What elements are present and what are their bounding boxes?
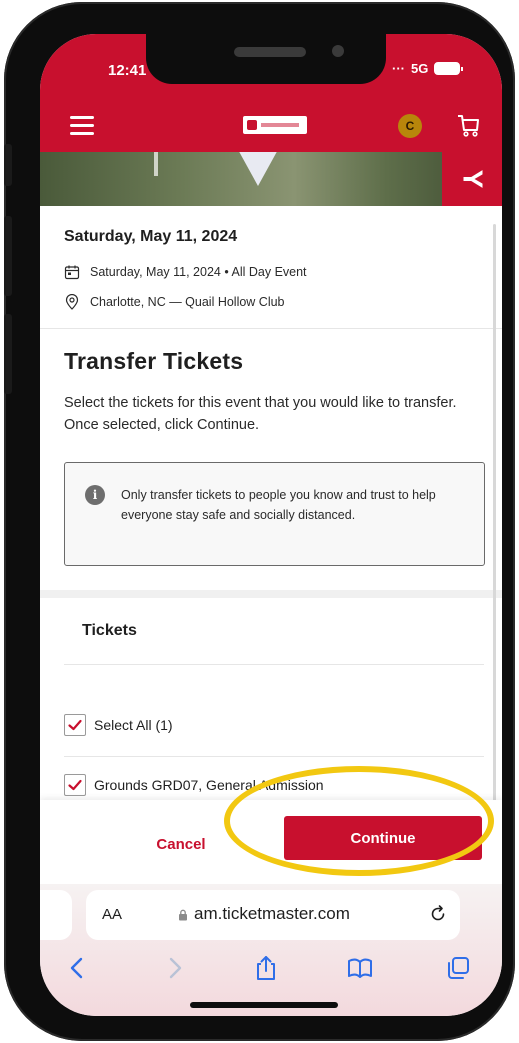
- ticket-checkbox[interactable]: [64, 774, 86, 796]
- hero-banner: Y: [442, 152, 502, 206]
- cart-icon[interactable]: [456, 113, 482, 139]
- avatar[interactable]: C: [398, 114, 422, 138]
- flag-pole: [154, 152, 158, 176]
- status-time: 12:41: [108, 62, 147, 79]
- brand-logo[interactable]: [243, 116, 307, 134]
- divider: [64, 664, 484, 665]
- signal-dots: ···: [392, 61, 405, 76]
- bookmarks-icon[interactable]: [346, 954, 374, 982]
- lock-icon: [179, 909, 187, 921]
- divider: [64, 756, 484, 757]
- forward-icon[interactable]: [160, 954, 188, 982]
- event-location-line: Charlotte, NC — Quail Hollow Club: [64, 294, 285, 310]
- divider: [40, 328, 502, 329]
- location-pin-icon: [65, 294, 79, 310]
- transfer-page-content: Saturday, May 11, 2024 Saturday, May 11,…: [40, 206, 502, 806]
- section-separator: [40, 590, 502, 598]
- page-title: Transfer Tickets: [64, 348, 244, 374]
- tickets-heading: Tickets: [82, 622, 137, 639]
- menu-icon[interactable]: [70, 116, 94, 136]
- scrollbar[interactable]: [493, 224, 496, 808]
- calendar-icon: [64, 265, 80, 280]
- text-size-button[interactable]: AA: [102, 906, 122, 923]
- safety-notice: i Only transfer tickets to people you kn…: [64, 462, 485, 566]
- cancel-button[interactable]: Cancel: [136, 826, 226, 862]
- app-header-bar: 12:41 ··· 5G C: [40, 34, 502, 160]
- select-all-label: Select All (1): [94, 717, 173, 733]
- tabs-icon[interactable]: [444, 954, 472, 982]
- select-all-checkbox[interactable]: [64, 714, 86, 736]
- event-date-line: Saturday, May 11, 2024 • All Day Event: [64, 264, 307, 280]
- checkmark-icon: [68, 719, 82, 731]
- volume-up-button: [4, 216, 12, 296]
- browser-toolbar: AA am.ticketmaster.com: [40, 884, 502, 1016]
- phone-frame: 12:41 ··· 5G C Y Saturday, May 11, 2024 …: [4, 2, 515, 1041]
- select-all-row[interactable]: Select All (1): [64, 714, 484, 736]
- checkmark-icon: [68, 779, 82, 791]
- speaker-grille: [234, 47, 306, 57]
- browser-nav-tools: [40, 954, 502, 990]
- pin-flag: [236, 152, 280, 186]
- action-bar: Cancel Continue: [40, 800, 502, 884]
- reload-icon[interactable]: [428, 904, 448, 924]
- safety-notice-text: Only transfer tickets to people you know…: [121, 488, 436, 522]
- address-bar[interactable]: AA am.ticketmaster.com: [86, 890, 460, 940]
- event-hero-image: Y: [40, 152, 502, 206]
- transfer-instructions: Select the tickets for this event that y…: [64, 395, 457, 433]
- home-indicator[interactable]: [190, 1002, 338, 1008]
- mute-switch: [4, 144, 12, 186]
- status-indicators: ··· 5G: [392, 61, 464, 76]
- back-icon[interactable]: [64, 954, 92, 982]
- network-label: 5G: [411, 61, 429, 76]
- continue-button[interactable]: Continue: [284, 816, 482, 860]
- ticket-row[interactable]: Grounds GRD07, General Admission: [64, 774, 484, 796]
- front-camera: [332, 45, 344, 57]
- volume-down-button: [4, 314, 12, 394]
- event-date-text: Saturday, May 11, 2024 • All Day Event: [90, 265, 307, 279]
- notch: [146, 34, 386, 84]
- ticket-label: Grounds GRD07, General Admission: [94, 777, 324, 793]
- event-location-text: Charlotte, NC — Quail Hollow Club: [90, 295, 285, 309]
- share-icon[interactable]: [252, 954, 280, 982]
- event-date-heading: Saturday, May 11, 2024: [64, 228, 238, 245]
- url-text: am.ticketmaster.com: [194, 904, 350, 923]
- battery-icon: [434, 62, 464, 75]
- phone-screen: 12:41 ··· 5G C Y Saturday, May 11, 2024 …: [40, 34, 502, 1016]
- previous-tab-peek[interactable]: [40, 890, 72, 940]
- info-icon: i: [85, 485, 105, 505]
